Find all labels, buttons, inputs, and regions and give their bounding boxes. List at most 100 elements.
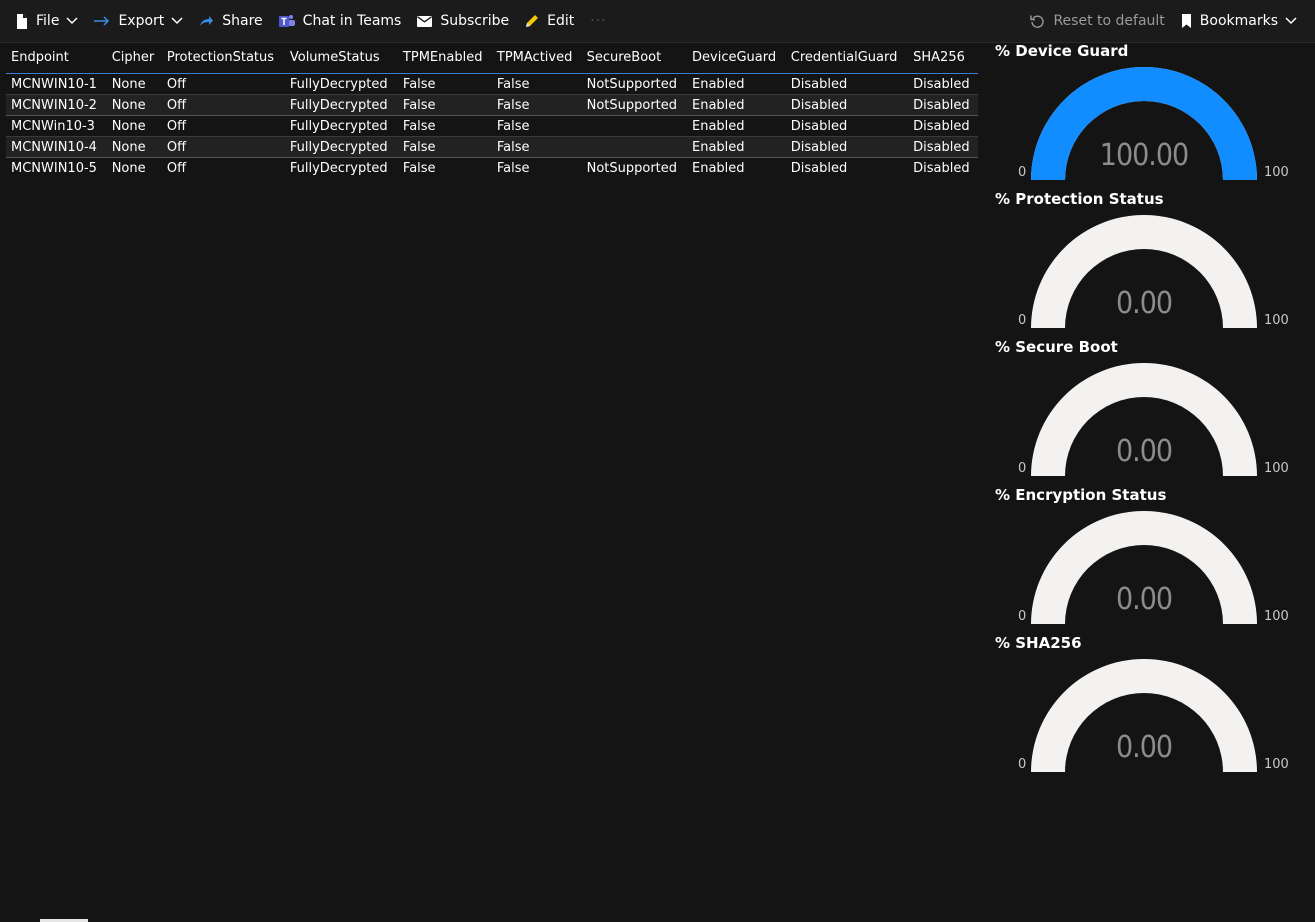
table-cell: False <box>491 157 582 178</box>
table-cell: NotSupported <box>581 94 687 116</box>
gauge-title: % Protection Status <box>995 190 1164 208</box>
table-body: MCNWIN10-1 None Off FullyDecrypted False Fals… <box>6 73 978 178</box>
table-cell: MCNWin10-3 <box>6 115 107 137</box>
table-cell: None <box>106 136 162 158</box>
chevron-down-icon <box>171 17 183 25</box>
column-header[interactable]: TPMEnabled <box>397 42 492 74</box>
table-cell: Disabled <box>908 94 978 116</box>
table-cell: MCNWIN10-1 <box>6 73 107 95</box>
table-cell: Disabled <box>785 94 909 116</box>
gauge-visual[interactable]: % Secure Boot 0.00 0 100 <box>988 338 1315 486</box>
gauge-title: % Encryption Status <box>995 486 1167 504</box>
table-row[interactable]: MCNWIN10-5 None Off FullyDecrypted False Fals… <box>6 157 978 178</box>
table-cell: FullyDecrypted <box>284 115 398 137</box>
gauge-max-label: 100 <box>1264 757 1289 772</box>
gauge-visual[interactable]: % Device Guard 100.00 0 100 <box>988 42 1315 190</box>
table-cell: FullyDecrypted <box>284 73 398 95</box>
share-icon <box>200 16 214 26</box>
gauge-visual[interactable]: % Encryption Status 0.00 0 100 <box>988 486 1315 634</box>
column-header[interactable]: SecureBoot <box>581 42 687 74</box>
gauge-value: 0.00 <box>1115 434 1173 469</box>
table-cell: Disabled <box>908 157 978 178</box>
chevron-down-icon <box>1285 17 1297 25</box>
column-header[interactable]: ProtectionStatus <box>161 42 285 74</box>
table-cell: FullyDecrypted <box>284 94 398 116</box>
reset-to-default-button[interactable]: Reset to default <box>1022 0 1172 42</box>
gauge-min-label: 0 <box>1018 165 1027 180</box>
table-cell: Disabled <box>785 136 909 158</box>
more-options-icon[interactable]: ··· <box>582 13 614 29</box>
table-cell: False <box>397 136 492 158</box>
column-header[interactable]: SHA256 <box>908 42 978 74</box>
gauge-title: % SHA256 <box>995 634 1082 652</box>
table-cell: False <box>397 73 492 95</box>
column-header[interactable]: DeviceGuard <box>687 42 786 74</box>
table-row[interactable]: MCNWIN10-2 None Off FullyDecrypted False Fals… <box>6 94 978 116</box>
gauge-visual[interactable]: % Protection Status 0.00 0 100 <box>988 190 1315 338</box>
table-cell: Enabled <box>687 115 786 137</box>
table-cell: Off <box>161 115 285 137</box>
file-menu-button[interactable]: File <box>8 0 86 42</box>
gauge-value: 100.00 <box>1099 138 1189 173</box>
table-cell: None <box>106 73 162 95</box>
file-label: File <box>36 13 60 29</box>
table-cell: FullyDecrypted <box>284 157 398 178</box>
table-cell: NotSupported <box>581 157 687 178</box>
table-cell: False <box>491 136 582 158</box>
toolbar: File Export Share Chat in Teams Subscrib… <box>0 0 1315 43</box>
share-button[interactable]: Share <box>191 0 270 42</box>
bookmarks-menu-button[interactable]: Bookmarks <box>1173 0 1305 42</box>
table-row[interactable]: MCNWIN10-4 None Off FullyDecrypted False Fals… <box>6 136 978 158</box>
edit-button[interactable]: Edit <box>517 0 582 42</box>
reset-to-default-label: Reset to default <box>1053 13 1165 29</box>
edit-label: Edit <box>547 13 575 29</box>
share-label: Share <box>222 13 263 29</box>
table-cell: MCNWIN10-4 <box>6 136 107 158</box>
table-cell: False <box>397 157 492 178</box>
table-row[interactable]: MCNWin10-3 None Off FullyDecrypted False Fals… <box>6 115 978 137</box>
table-cell: MCNWIN10-5 <box>6 157 107 178</box>
gauge-min-label: 0 <box>1018 757 1027 772</box>
table-cell: False <box>491 73 582 95</box>
file-icon <box>17 13 27 29</box>
table-cell: Enabled <box>687 136 786 158</box>
gauge-value: 0.00 <box>1115 582 1173 617</box>
table-cell: None <box>106 157 162 178</box>
column-header[interactable]: TPMActived <box>491 42 582 74</box>
gauge-visual[interactable]: % SHA256 0.00 0 100 <box>988 634 1315 782</box>
table-cell: Off <box>161 94 285 116</box>
table-cell: Off <box>161 136 285 158</box>
toolbar-right: Reset to default Bookmarks <box>1022 0 1315 42</box>
gauge-value: 0.00 <box>1115 730 1173 765</box>
table-cell: Disabled <box>908 73 978 95</box>
column-header[interactable]: Cipher <box>106 42 162 74</box>
column-header[interactable]: VolumeStatus <box>284 42 398 74</box>
bookmark-icon <box>1181 14 1191 28</box>
chevron-down-icon <box>66 17 78 25</box>
chat-in-teams-button[interactable]: Chat in Teams <box>271 0 410 42</box>
endpoint-table-visual: Endpoint Cipher ProtectionStatus VolumeS… <box>6 42 978 178</box>
table-cell: Disabled <box>908 115 978 137</box>
column-header[interactable]: CredentialGuard <box>785 42 909 74</box>
table-cell: False <box>397 94 492 116</box>
table-cell: Off <box>161 157 285 178</box>
column-header[interactable]: Endpoint <box>6 42 107 74</box>
table-cell: Disabled <box>908 136 978 158</box>
subscribe-button[interactable]: Subscribe <box>409 0 517 42</box>
gauge-max-label: 100 <box>1264 313 1289 328</box>
table-cell: False <box>491 115 582 137</box>
table-cell: False <box>397 115 492 137</box>
table-cell: None <box>106 115 162 137</box>
table-row[interactable]: MCNWIN10-1 None Off FullyDecrypted False Fals… <box>6 73 978 95</box>
toolbar-left: File Export Share Chat in Teams Subscrib… <box>0 0 615 42</box>
gauge-min-label: 0 <box>1018 609 1027 624</box>
mail-icon <box>417 15 433 27</box>
table-cell: None <box>106 94 162 116</box>
gauge-title: % Device Guard <box>995 42 1129 60</box>
table-header-row: Endpoint Cipher ProtectionStatus VolumeS… <box>6 42 978 74</box>
table-cell: Disabled <box>785 73 909 95</box>
table-cell: Enabled <box>687 73 786 95</box>
endpoint-table: Endpoint Cipher ProtectionStatus VolumeS… <box>6 42 978 178</box>
export-menu-button[interactable]: Export <box>86 0 191 42</box>
table-cell: FullyDecrypted <box>284 136 398 158</box>
